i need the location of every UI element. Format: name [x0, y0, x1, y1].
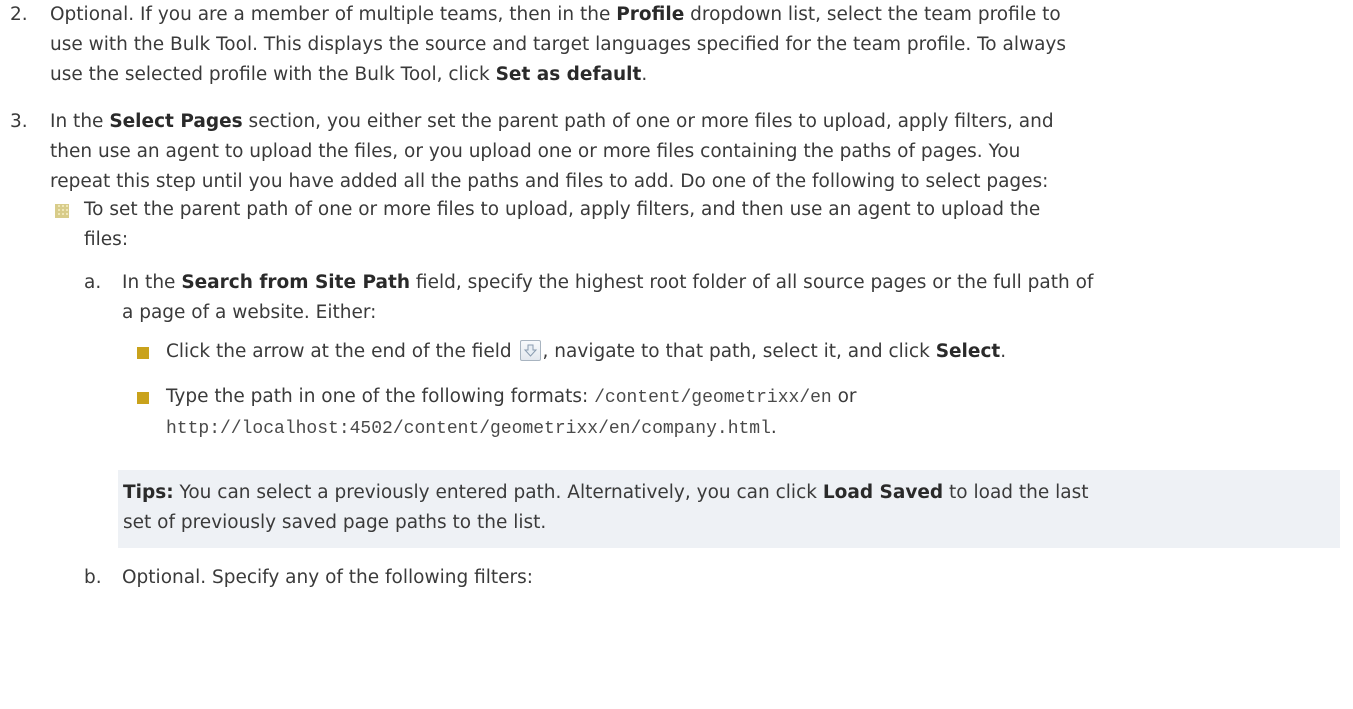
step-number: 2. — [10, 4, 28, 25]
sub-bullet-line-2: http://localhost:4502/content/geometrixx… — [166, 417, 777, 439]
tips-box: Tips: You can select a previously entere… — [118, 470, 1340, 548]
url-example-code: http://localhost:4502/content/geometrixx… — [166, 419, 771, 439]
step-3-line-2: then use an agent to upload the files, o… — [50, 141, 1021, 162]
search-from-site-path-term: Search from Site Path — [181, 272, 411, 293]
set-as-default-term: Set as default — [495, 64, 642, 85]
step-2: 2. Optional. If you are a member of mult… — [10, 0, 1345, 90]
substep-a: a. In the Search from Site Path field, s… — [84, 268, 1344, 328]
select-term: Select — [935, 341, 1001, 362]
sub-bullet-line-1: Type the path in one of the following fo… — [166, 386, 857, 408]
tips-line-1: Tips: You can select a previously entere… — [123, 482, 1089, 503]
step-2-line-3: use the selected profile with the Bulk T… — [50, 64, 648, 85]
substep-a-line-2: a page of a website. Either: — [122, 302, 377, 323]
step-3-line-3: repeat this step until you have added al… — [50, 171, 1049, 192]
sub-bullet-type-path: Type the path in one of the following fo… — [166, 382, 1346, 444]
substep-letter: b. — [84, 567, 102, 588]
load-saved-term: Load Saved — [822, 482, 944, 503]
bullet-line-2: files: — [84, 229, 129, 250]
bullet-line-1: To set the parent path of one or more fi… — [84, 199, 1041, 220]
down-arrow-button-icon — [519, 340, 541, 361]
substep-b: b. Optional. Specify any of the followin… — [84, 563, 1344, 593]
step-3: 3. In the Select Pages section, you eith… — [10, 107, 1345, 197]
sub-bullet-click-arrow: Click the arrow at the end of the field … — [166, 340, 1007, 362]
substep-letter: a. — [84, 272, 102, 293]
profile-term: Profile — [616, 4, 685, 25]
tips-line-2: set of previously saved page paths to th… — [123, 512, 547, 533]
step-2-line-1: Optional. If you are a member of multipl… — [50, 4, 1061, 25]
document-page: 2. Optional. If you are a member of mult… — [0, 0, 1353, 709]
bullet-item-set-parent-path: To set the parent path of one or more fi… — [84, 195, 1344, 255]
gold-square-bullet-icon — [137, 392, 149, 404]
step-3-line-1: In the Select Pages section, you either … — [50, 111, 1054, 132]
path-example-code: /content/geometrixx/en — [594, 388, 832, 408]
substep-b-line-1: Optional. Specify any of the following f… — [122, 567, 533, 588]
grid-square-bullet-icon — [55, 204, 69, 218]
select-pages-term: Select Pages — [109, 111, 243, 132]
step-number: 3. — [10, 111, 28, 132]
tips-label: Tips: — [123, 482, 174, 503]
step-2-line-2: use with the Bulk Tool. This displays th… — [50, 34, 1067, 55]
substep-a-line-1: In the Search from Site Path field, spec… — [122, 272, 1094, 293]
gold-square-bullet-icon — [137, 347, 149, 359]
